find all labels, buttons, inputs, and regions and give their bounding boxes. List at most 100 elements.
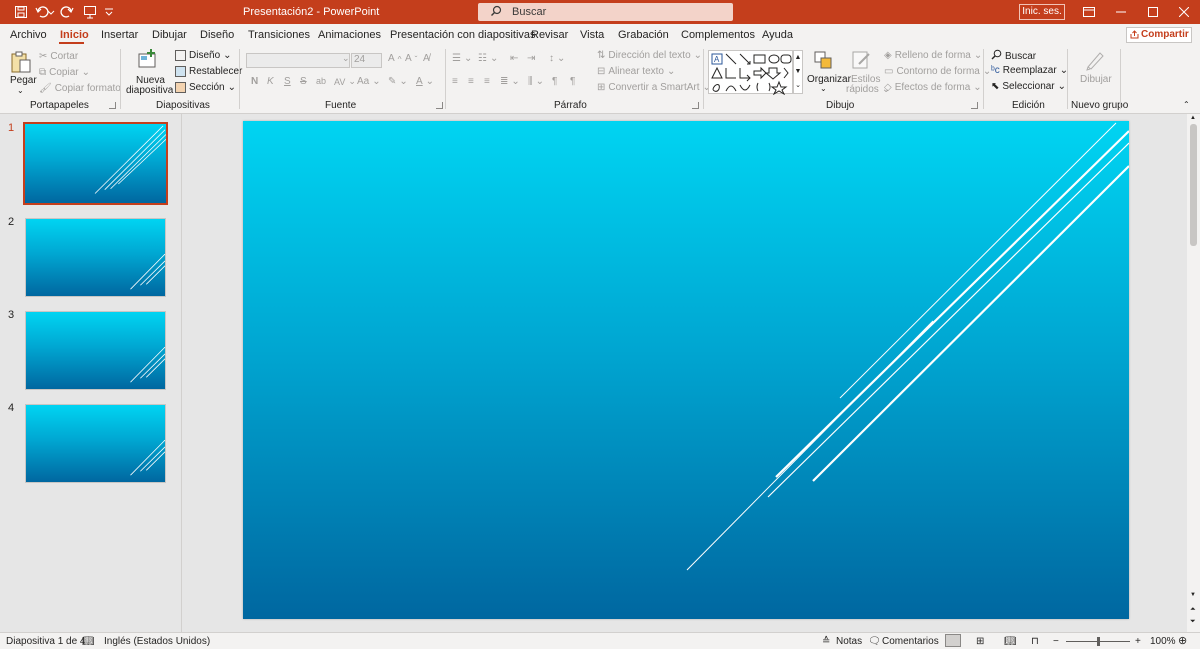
tab-revisar[interactable]: Revisar	[531, 29, 568, 41]
italic-button[interactable]: K	[267, 76, 274, 87]
char-spacing-button[interactable]: AV ⌄	[334, 76, 356, 87]
notes-icon[interactable]: ≙	[822, 636, 830, 647]
zoom-in-button[interactable]: +	[1135, 636, 1141, 647]
font-name-select[interactable]	[246, 53, 350, 68]
arrange-button[interactable]: Organizar	[807, 74, 851, 85]
present-icon[interactable]	[82, 4, 98, 20]
paste-button[interactable]: Pegar	[10, 75, 37, 86]
language-indicator[interactable]: Inglés (Estados Unidos)	[104, 636, 210, 647]
replace-button[interactable]: ᵇc Reemplazar ⌄	[991, 65, 1068, 76]
format-painter-button[interactable]: 🖌︎ Copiar formato	[39, 83, 121, 94]
slide-sorter-icon[interactable]: ⊞	[976, 636, 984, 647]
change-case-button[interactable]: Aa ⌄	[357, 76, 381, 87]
scrollbar-thumb[interactable]	[1190, 124, 1197, 246]
shapes-gallery-scroll[interactable]: ▲ ▼ ⌄	[793, 50, 803, 94]
redo-icon[interactable]	[59, 4, 75, 20]
tab-vista[interactable]: Vista	[580, 29, 604, 41]
save-icon[interactable]	[13, 4, 29, 20]
font-size-select[interactable]: 24	[351, 53, 382, 68]
normal-view-icon[interactable]	[945, 634, 961, 647]
collapse-ribbon-icon[interactable]: ⌃	[1183, 100, 1190, 109]
tab-grabacion[interactable]: Grabación	[618, 29, 669, 41]
copy-button[interactable]: ⧉ Copiar ⌄	[39, 67, 90, 78]
tab-animaciones[interactable]: Animaciones	[318, 29, 381, 41]
draw-icon[interactable]	[1084, 49, 1106, 71]
font-name-dropdown-icon[interactable]: ⌄	[342, 53, 350, 64]
scroll-up-icon[interactable]: ▲	[1190, 115, 1196, 121]
numbering-button[interactable]: ☷ ⌄	[478, 53, 498, 64]
rtl-icon[interactable]: ¶	[552, 76, 557, 87]
tab-insertar[interactable]: Insertar	[101, 29, 138, 41]
current-slide[interactable]	[243, 121, 1129, 619]
shape-fill-button[interactable]: ◈ Relleno de forma ⌄	[884, 50, 982, 61]
tab-archivo[interactable]: Archivo	[10, 29, 47, 41]
maximize-icon[interactable]	[1137, 0, 1169, 24]
increase-indent-icon[interactable]: ⇥	[527, 53, 535, 64]
shapes-gallery[interactable]: A	[708, 50, 793, 96]
zoom-slider-knob[interactable]	[1097, 637, 1100, 646]
slide-thumbnail-2[interactable]	[25, 218, 166, 297]
fuente-launcher-icon[interactable]	[436, 102, 443, 109]
text-direction-button[interactable]: ⇅ Dirección del texto ⌄	[597, 50, 702, 61]
bold-button[interactable]: N	[251, 76, 258, 87]
draw-button[interactable]: Dibujar	[1080, 74, 1112, 85]
layout-button[interactable]: Diseño ⌄	[175, 50, 232, 61]
highlight-button[interactable]: ✎ ⌄	[388, 76, 408, 87]
arrange-dropdown-icon[interactable]: ⌄	[820, 84, 827, 93]
justify-button[interactable]: ≣ ⌄	[500, 76, 520, 87]
undo-dropdown-icon[interactable]	[47, 4, 55, 20]
shape-outline-button[interactable]: ▭ Contorno de forma ⌄	[884, 66, 991, 77]
comments-button[interactable]: Comentarios	[882, 636, 939, 647]
align-text-button[interactable]: ⊟ Alinear texto ⌄	[597, 66, 675, 77]
slideshow-icon[interactable]: ⊓	[1031, 636, 1039, 647]
customize-qa-icon[interactable]	[104, 4, 114, 20]
search-input[interactable]: Buscar	[478, 3, 733, 21]
minimize-icon[interactable]	[1105, 0, 1137, 24]
spell-check-icon[interactable]: 📖︎	[82, 636, 95, 647]
next-slide-icon[interactable]: ⏷	[1190, 618, 1196, 626]
tab-diseno[interactable]: Diseño	[200, 29, 234, 41]
arrange-icon[interactable]	[813, 50, 835, 70]
shape-effects-button[interactable]: ◇ Efectos de forma ⌄	[884, 82, 982, 93]
slide-thumbnail-1[interactable]	[23, 122, 168, 205]
reset-button[interactable]: Restablecer	[175, 66, 242, 77]
slide-thumbnail-3[interactable]	[25, 311, 166, 390]
align-center-icon[interactable]: ≡	[468, 76, 474, 87]
strikethrough-button[interactable]: S	[300, 76, 307, 87]
comments-icon[interactable]: 🗨︎	[868, 636, 881, 647]
tab-ayuda[interactable]: Ayuda	[762, 29, 793, 41]
fit-icon[interactable]: ⊕	[1178, 634, 1187, 647]
select-button[interactable]: ⬉ Seleccionar ⌄	[991, 81, 1066, 92]
align-right-icon[interactable]: ≡	[484, 76, 490, 87]
zoom-out-button[interactable]: −	[1053, 636, 1059, 647]
close-icon[interactable]	[1168, 0, 1200, 24]
decrease-indent-icon[interactable]: ⇤	[510, 53, 518, 64]
shrink-font-icon[interactable]: Aˇ	[405, 53, 417, 64]
tab-presentacion[interactable]: Presentación con diapositivas	[390, 29, 536, 41]
align-left-icon[interactable]: ≡	[452, 76, 458, 87]
clear-format-icon[interactable]: A̸	[423, 53, 430, 64]
font-color-button[interactable]: A ⌄	[416, 76, 434, 87]
ribbon-display-icon[interactable]	[1073, 0, 1105, 24]
zoom-level[interactable]: 100%	[1150, 636, 1176, 647]
tab-dibujar[interactable]: Dibujar	[152, 29, 187, 41]
parrafo-launcher-icon[interactable]	[692, 102, 699, 109]
line-spacing-button[interactable]: ↕ ⌄	[549, 53, 565, 64]
shadow-button[interactable]: ab	[316, 76, 326, 86]
reading-view-icon[interactable]: 📖︎	[1004, 636, 1017, 647]
cut-button[interactable]: ✂ Cortar	[39, 51, 78, 62]
signin-button[interactable]: Inic. ses.	[1019, 4, 1065, 20]
grow-font-icon[interactable]: A ^	[388, 53, 402, 64]
tab-inicio[interactable]: Inicio	[60, 29, 89, 41]
quick-styles-icon[interactable]	[851, 50, 873, 70]
paste-icon[interactable]	[9, 50, 33, 74]
ltr-icon[interactable]: ¶	[570, 76, 575, 87]
vertical-scrollbar[interactable]: ▲ ▼ ⏶ ⏷	[1187, 114, 1200, 632]
underline-button[interactable]: S	[284, 76, 291, 87]
portapapeles-launcher-icon[interactable]	[109, 102, 116, 109]
dibujo-launcher-icon[interactable]	[971, 102, 978, 109]
scroll-down-icon[interactable]: ▼	[1190, 592, 1196, 598]
slide-thumbnail-4[interactable]	[25, 404, 166, 483]
bullets-button[interactable]: ☰ ⌄	[452, 53, 472, 64]
slide-thumbnails-panel[interactable]: 1 2 3 4	[0, 114, 182, 632]
